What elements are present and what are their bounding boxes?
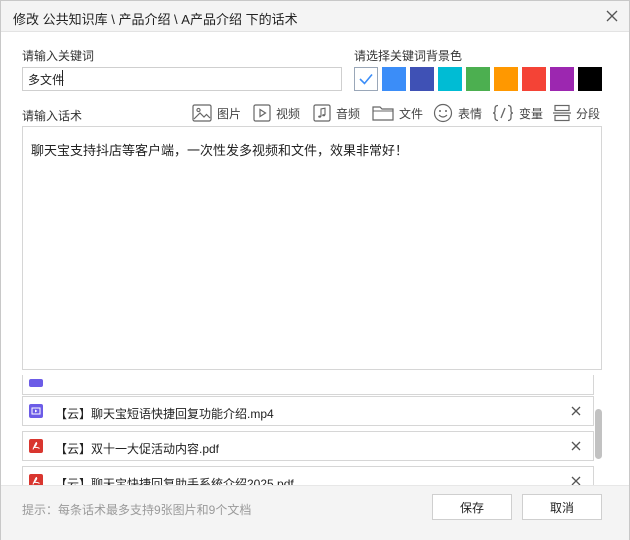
insert-segment-label: 分段 <box>576 106 601 121</box>
folder-icon <box>372 104 394 122</box>
insert-emoji-label: 表情 <box>458 106 483 121</box>
music-note-icon <box>313 104 331 122</box>
attachment-row: 【云】双十一大促活动内容.pdf <box>22 431 594 461</box>
variable-braces-icon <box>492 104 514 122</box>
remove-attachment-close-icon[interactable] <box>569 404 583 418</box>
attachment-row: 【云】聊天宝短语快捷回复功能介绍.mp4 <box>22 396 594 426</box>
smiley-icon <box>433 103 453 123</box>
insert-file-label: 文件 <box>399 106 424 121</box>
insert-image-button[interactable]: 图片 <box>192 102 241 124</box>
attachment-name: 【云】双十一大促活动内容.pdf <box>55 442 220 456</box>
title-bar: 修改 公共知识库 \ 产品介绍 \ A产品介绍 下的话术 <box>1 1 629 32</box>
insert-emoji-button[interactable]: 表情 <box>433 102 482 124</box>
remove-attachment-close-icon[interactable] <box>569 439 583 453</box>
script-text: 聊天宝支持抖店等客户端，一次性发多视频和文件，效果非常好！ <box>31 143 409 158</box>
edit-script-dialog: 修改 公共知识库 \ 产品介绍 \ A产品介绍 下的话术 请输入关键词 请选择关… <box>0 0 630 540</box>
keyword-label: 请输入关键词 <box>22 49 95 63</box>
insert-audio-label: 音频 <box>336 106 361 121</box>
limit-hint: 提示：每条话术最多支持9张图片和9个文档 <box>22 503 252 517</box>
remove-attachment-close-icon[interactable] <box>569 474 583 485</box>
pdf-file-icon <box>29 474 43 485</box>
color-swatch[interactable] <box>522 67 546 91</box>
insert-video-button[interactable]: 视频 <box>253 102 300 124</box>
color-swatch[interactable] <box>466 67 490 91</box>
bg-color-label: 请选择关键词背景色 <box>354 49 463 63</box>
save-button[interactable]: 保存 <box>432 494 512 520</box>
text-caret <box>62 70 63 86</box>
close-icon[interactable] <box>603 7 621 25</box>
attachment-name: 【云】聊天宝快捷回复助手系统介绍2025.pdf <box>55 477 294 485</box>
video-icon <box>253 104 271 122</box>
color-swatch[interactable] <box>410 67 434 91</box>
keyword-input[interactable] <box>22 67 342 91</box>
color-swatch[interactable] <box>382 67 406 91</box>
attachment-scrollbar-thumb[interactable] <box>595 409 602 459</box>
cancel-button[interactable]: 取消 <box>522 494 602 520</box>
attachment-list[interactable]: 【云】聊天宝短语快捷回复功能介绍.mp4 【云】双十一大促活动内容.pdf 【云… <box>22 375 594 485</box>
color-swatch[interactable] <box>578 67 602 91</box>
pdf-file-icon <box>29 439 43 453</box>
insert-variable-label: 变量 <box>519 106 544 121</box>
checkmark-icon <box>359 73 373 85</box>
insert-video-label: 视频 <box>276 106 301 121</box>
attachment-row <box>22 375 594 395</box>
color-swatch[interactable] <box>438 67 462 91</box>
insert-image-label: 图片 <box>217 106 242 121</box>
image-icon <box>192 104 212 122</box>
attachment-name: 【云】聊天宝短语快捷回复功能介绍.mp4 <box>55 407 274 421</box>
video-file-icon <box>29 404 43 418</box>
color-swatch[interactable] <box>494 67 518 91</box>
insert-segment-button[interactable]: 分段 <box>553 102 600 124</box>
insert-audio-button[interactable]: 音频 <box>313 102 360 124</box>
segment-split-icon <box>553 104 571 122</box>
script-text-editor[interactable]: 聊天宝支持抖店等客户端，一次性发多视频和文件，效果非常好！ <box>22 126 602 370</box>
color-swatch[interactable] <box>354 67 378 91</box>
attachment-row: 【云】聊天宝快捷回复助手系统介绍2025.pdf <box>22 466 594 485</box>
dialog-title: 修改 公共知识库 \ 产品介绍 \ A产品介绍 下的话术 <box>13 12 298 27</box>
insert-variable-button[interactable]: 变量 <box>492 102 543 124</box>
color-swatch[interactable] <box>550 67 574 91</box>
script-label: 请输入话术 <box>22 109 83 123</box>
insert-file-button[interactable]: 文件 <box>372 102 423 124</box>
video-file-icon <box>29 379 43 387</box>
